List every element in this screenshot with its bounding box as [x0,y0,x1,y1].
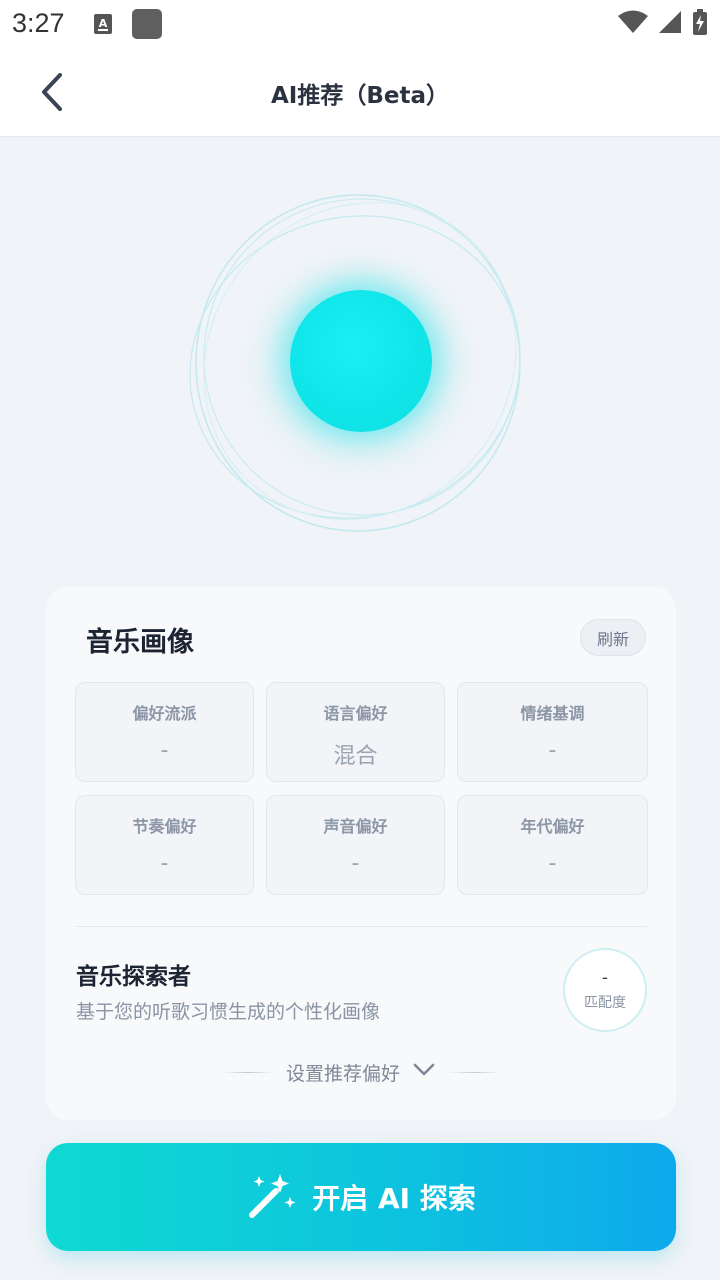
notification-icon [132,9,162,39]
pref-value: - [548,738,557,763]
pref-label: 年代偏好 [520,817,585,836]
refresh-button[interactable]: 刷新 [580,619,646,656]
pref-era: 年代偏好 - [457,795,648,895]
pref-value: 混合 [333,744,378,769]
battery-icon [692,9,708,39]
pref-mood: 情绪基调 - [457,682,648,782]
pref-value: - [160,851,169,876]
pref-label: 声音偏好 [323,817,388,836]
persona-description: 基于您的听歌习惯生成的个性化画像 [76,1001,381,1023]
match-value: - [601,968,609,988]
start-button-label: 开启 AI 探索 [312,1182,476,1215]
pref-language: 语言偏好 混合 [266,682,445,782]
pref-tempo: 节奏偏好 - [75,795,254,895]
status-indicators [618,9,708,39]
divider [75,926,647,927]
pref-value: - [160,738,169,763]
signal-icon [658,10,682,38]
persona-title: 音乐探索者 [76,964,191,990]
start-ai-explore-button[interactable]: 开启 AI 探索 [46,1143,676,1251]
app-header: AI推荐（Beta） [0,50,720,137]
pref-value: - [351,851,360,876]
pref-genre: 偏好流派 - [75,682,254,782]
pref-label: 节奏偏好 [132,817,197,836]
set-preferences-label: 设置推荐偏好 [285,1062,400,1085]
ai-orb [180,185,540,545]
match-score-badge: - 匹配度 [563,948,647,1032]
status-bar: 3:27 A [0,0,720,50]
set-preferences-toggle[interactable]: 设置推荐偏好 [46,1057,676,1087]
preference-grid: 偏好流派 - 语言偏好 混合 情绪基调 - 节奏偏好 - 声音偏好 - 年代偏好… [75,682,648,895]
orb-core [290,290,432,432]
pref-label: 语言偏好 [323,704,388,723]
wifi-icon [618,10,648,38]
svg-text:A: A [99,17,108,30]
page-title: AI推荐（Beta） [270,83,449,109]
pref-value: - [548,851,557,876]
chevron-down-icon [412,1062,436,1082]
match-label: 匹配度 [584,995,626,1011]
accessibility-icon: A [94,14,112,34]
pref-label: 情绪基调 [520,704,585,723]
card-title: 音乐画像 [86,627,194,658]
music-profile-card: 音乐画像 刷新 偏好流派 - 语言偏好 混合 情绪基调 - 节奏偏好 - 声音偏… [46,587,676,1120]
magic-wand-icon [246,1171,298,1223]
pref-label: 偏好流派 [132,704,197,723]
pref-voice: 声音偏好 - [266,795,445,895]
decorative-line [221,1071,274,1073]
status-time: 3:27 [12,8,65,38]
decorative-line [448,1071,500,1073]
